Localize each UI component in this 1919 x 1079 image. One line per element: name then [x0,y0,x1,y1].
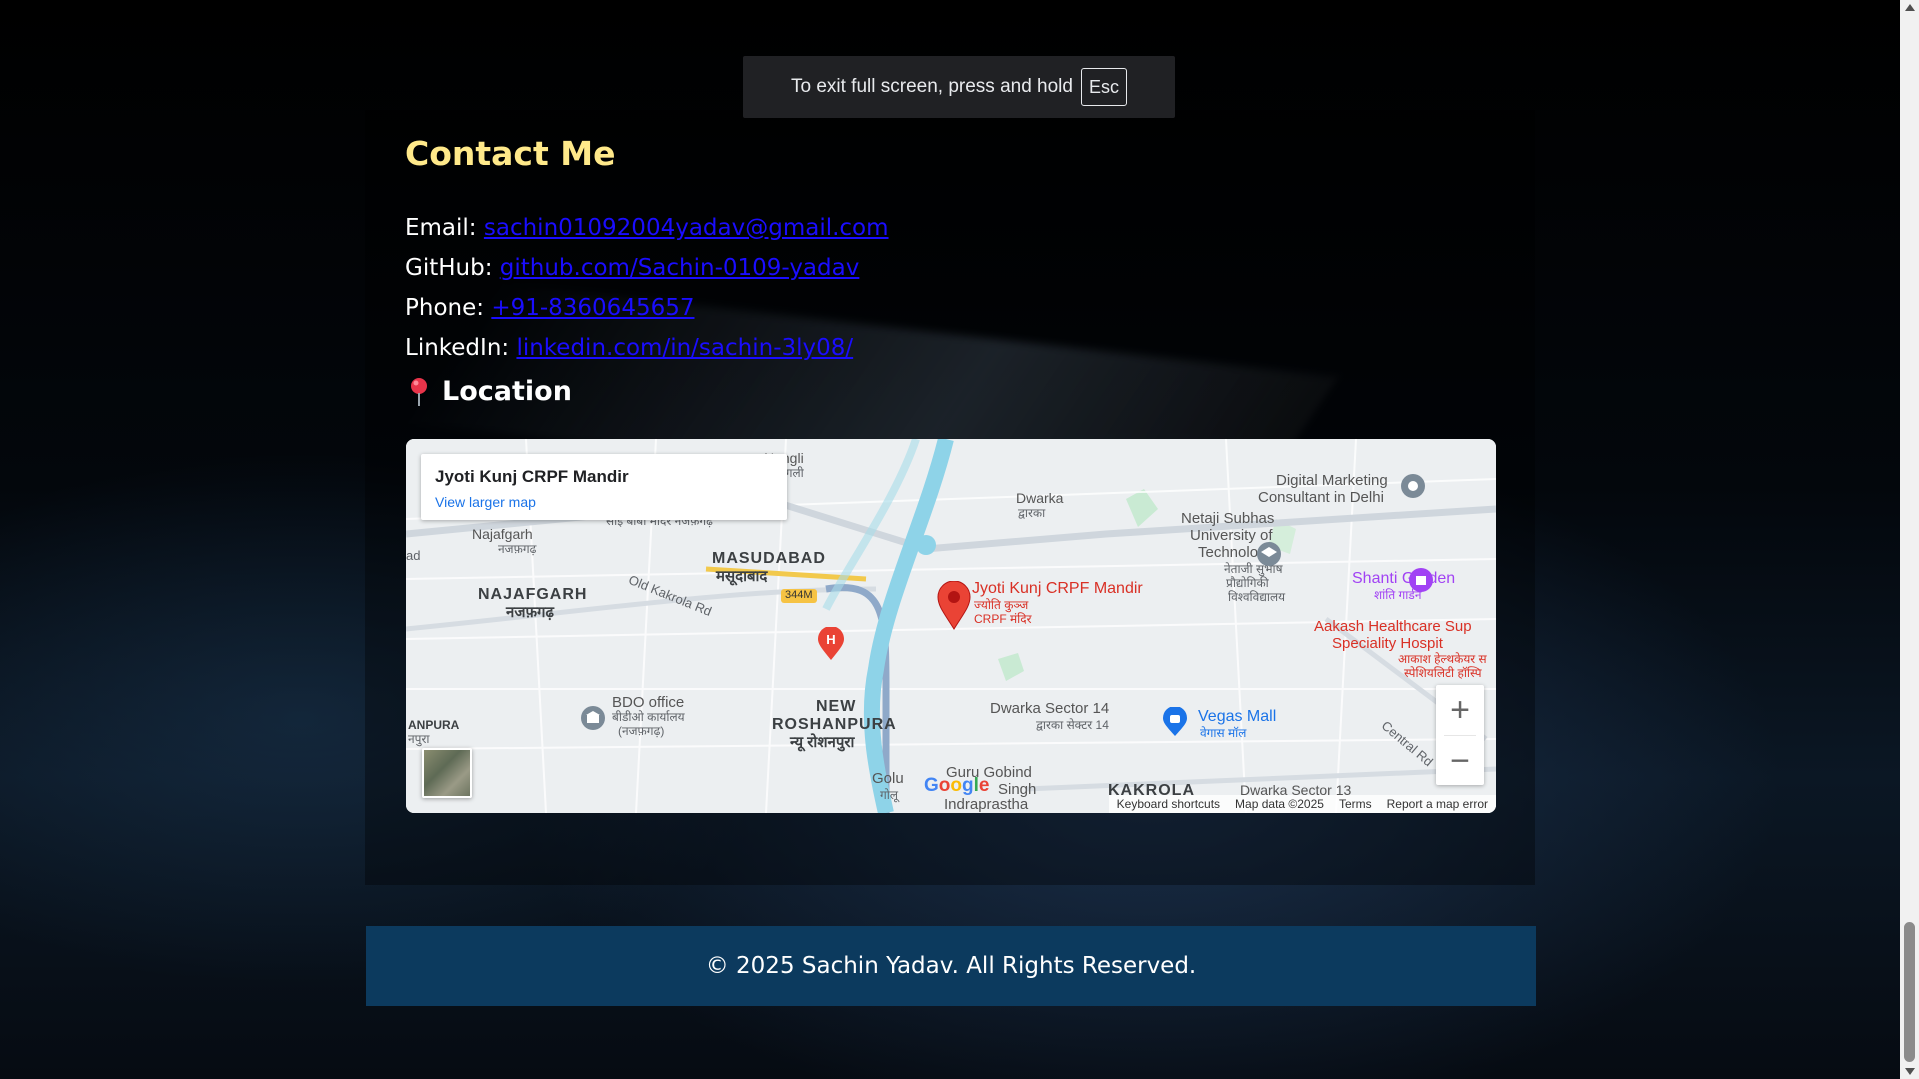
marker-label-hi-2: CRPF मंदिर [974,612,1032,626]
page-scrollbar[interactable] [1900,0,1919,1079]
zoom-in-button[interactable]: + [1436,685,1484,735]
label-netaji-1: Netaji Subhas [1181,510,1275,527]
label-aakash-hi-1: आकाश हेल्थकेयर स [1398,652,1487,666]
scrollbar-thumb[interactable] [1904,922,1915,1062]
label-dwarka: Dwarka [1016,490,1064,506]
location-marker-icon[interactable] [936,581,972,631]
label-najafgarh-hi: नजफ़गढ़ [506,604,554,621]
label-new-roshanpura-1: NEW [816,698,857,715]
email-label: Email: [405,215,477,241]
label-netaji-hi-2: प्रौद्योगिकी [1226,576,1269,590]
site-footer: © 2025 Sachin Yadav. All Rights Reserved… [366,926,1536,1006]
esc-key-badge: Esc [1080,68,1127,106]
github-label: GitHub: [405,255,493,281]
label-masudabad-hi: मसूदाबाद [716,568,768,585]
label-dwarka-sector-14-hi: द्वारका सेक्टर 14 [1036,718,1109,732]
google-logo-o1: o [938,775,951,796]
label-aakash-hi-2: स्पेशियलिटी हॉस्पि [1404,666,1482,680]
scroll-up-arrow-icon[interactable] [1905,4,1915,11]
contact-github-row: GitHub: github.com/Sachin-0109-yadav [405,255,859,281]
map-zoom-controls: + − [1436,685,1484,785]
road-badge-344m: 344M [781,589,817,603]
label-new-roshanpura-2: ROSHANPURA [772,716,897,733]
label-golu: Golu [872,770,904,787]
phone-label: Phone: [405,295,484,321]
map-data-text: Map data ©2025 [1235,797,1324,811]
keyboard-shortcuts-link[interactable]: Keyboard shortcuts [1117,797,1220,811]
map-place-card: Jyoti Kunj CRPF Mandir View larger map [421,454,787,520]
location-heading-text: Location [442,376,572,407]
contact-linkedin-row: LinkedIn: linkedin.com/in/sachin-3ly08/ [405,335,853,361]
page-viewport: To exit full screen, press and hold Esc … [0,0,1900,1079]
label-digital-marketing: Digital Marketing [1276,472,1388,489]
google-logo-g: G [924,775,939,796]
view-larger-map-link[interactable]: View larger map [435,494,536,510]
hospital-marker-icon[interactable]: H [816,627,846,661]
label-aakash-1: Aakash Healthcare Sup [1314,618,1472,635]
place-pin-icon[interactable] [1400,473,1426,499]
government-office-icon[interactable] [580,705,606,731]
university-icon[interactable] [1256,541,1282,567]
contact-email-row: Email: sachin01092004yadav@gmail.com [405,215,889,241]
footer-copyright: © 2025 Sachin Yadav. All Rights Reserved… [705,953,1197,979]
phone-link[interactable]: +91-8360645657 [491,295,694,321]
round-pushpin-icon [411,377,427,406]
contact-phone-row: Phone: +91-8360645657 [405,295,694,321]
google-logo-o2: o [950,775,962,796]
contact-title: Contact Me [405,134,616,173]
google-logo-g2: g [962,775,974,796]
label-guru-gobind-3: Indraprastha [944,796,1029,813]
svg-text:H: H [826,632,835,647]
label-masudabad: MASUDABAD [712,550,826,567]
label-aakash-2: Speciality Hospit [1332,635,1443,652]
marker-label: Jyoti Kunj CRPF Mandir [972,580,1143,597]
zoom-out-button[interactable]: − [1436,736,1484,786]
scroll-down-arrow-icon[interactable] [1905,1068,1915,1075]
shopping-mall-icon[interactable] [1162,707,1188,737]
github-link[interactable]: github.com/Sachin-0109-yadav [500,255,860,281]
label-najafgarh-small-hi: नजफ़गढ़ [498,542,537,556]
email-link[interactable]: sachin01092004yadav@gmail.com [484,215,889,241]
label-vegas-mall-hi: वेगास मॉल [1200,726,1247,740]
garden-venue-icon[interactable] [1408,567,1434,593]
label-najafgarh-small: Najafgarh [472,526,533,542]
map-place-name: Jyoti Kunj CRPF Mandir [435,467,629,486]
satellite-layer-toggle[interactable] [422,748,472,798]
google-logo-e: e [978,775,990,796]
label-shanti-garden: Shanti Garden [1352,570,1456,587]
label-anpura-hi: नपुरा [408,732,430,746]
linkedin-link[interactable]: linkedin.com/in/sachin-3ly08/ [516,335,853,361]
terms-link[interactable]: Terms [1339,797,1372,811]
linkedin-label: LinkedIn: [405,335,510,361]
location-heading: Location [408,376,572,407]
label-digital-marketing-2: Consultant in Delhi [1258,489,1384,506]
embedded-map[interactable]: Nangli नांगली Dwarka द्वारका Digital Mar… [406,439,1496,813]
label-najafgarh: NAJAFGARH [478,586,588,603]
report-map-error-link[interactable]: Report a map error [1387,797,1488,811]
label-vegas-mall: Vegas Mall [1198,708,1277,725]
label-bdo-office: BDO office [612,694,685,711]
label-ad: ad [406,548,421,563]
marker-label-hi: ज्योति कुञ्ज [974,598,1029,612]
fullscreen-exit-toast: To exit full screen, press and hold Esc [743,56,1175,118]
label-golu-hi: गोलू [880,788,899,802]
label-netaji-hi-3: विश्वविद्यालय [1228,590,1286,604]
label-bdo-hi-1: बीडीओ कार्यालय [612,710,685,724]
label-bdo-hi-2: (नजफ़गढ़) [618,724,665,738]
label-dwarka-hi: द्वारका [1018,506,1046,520]
google-logo: Google [924,775,989,797]
fullscreen-toast-text: To exit full screen, press and hold [790,76,1073,97]
label-anpura: ANPURA [408,718,460,732]
map-attribution-bar: Keyboard shortcuts Map data ©2025 Terms … [1108,795,1496,813]
label-new-roshanpura-hi: न्यू रोशनपुरा [790,734,855,751]
label-dwarka-sector-14: Dwarka Sector 14 [990,700,1110,717]
